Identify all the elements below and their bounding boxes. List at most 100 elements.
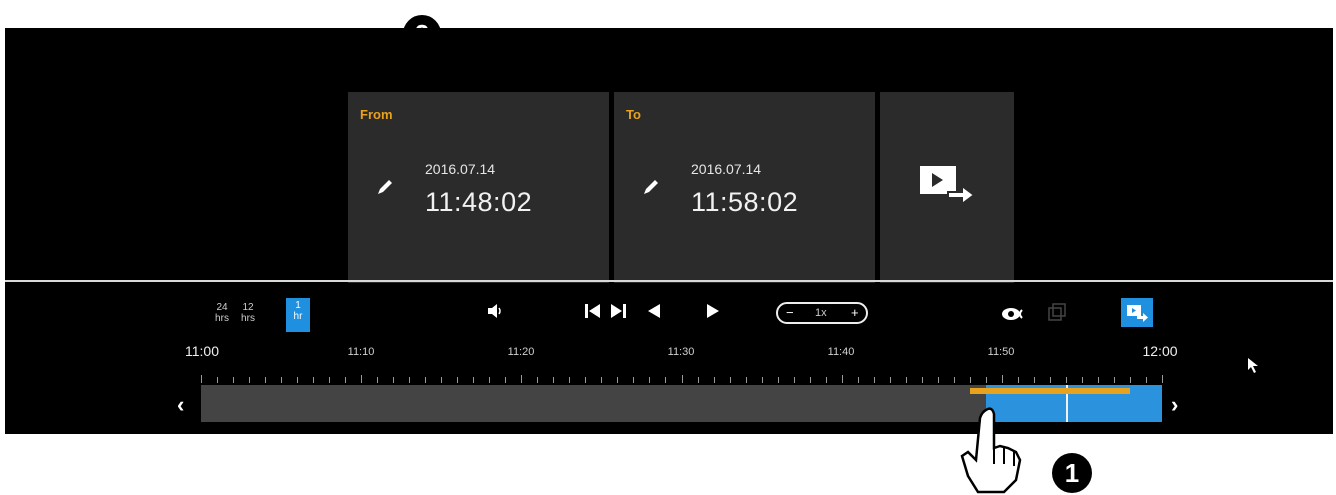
timeline-minute-tick — [969, 377, 971, 383]
step-back-icon[interactable] — [648, 304, 660, 318]
timeline-minute-tick — [297, 377, 299, 383]
timeline-minute-tick — [265, 377, 267, 383]
timeline-minute-tick — [633, 377, 635, 383]
timeline-ruler — [201, 375, 1163, 385]
timeline-tick-label: 11:30 — [667, 346, 695, 358]
range-value: 12 — [242, 302, 254, 313]
range-value: 24 — [216, 302, 228, 313]
range-12-hrs-button[interactable]: 12 hrs — [236, 300, 260, 332]
range-24-hrs-button[interactable]: 24 hrs — [210, 300, 234, 332]
timeline-minute-tick — [825, 377, 827, 383]
volume-icon[interactable] — [488, 304, 504, 318]
export-button[interactable] — [1121, 298, 1153, 327]
timeline-minute-tick — [953, 377, 955, 383]
timeline-minute-tick — [1033, 377, 1035, 383]
timeline-end-label: 12:00 — [1142, 343, 1178, 359]
edit-icon[interactable] — [374, 174, 398, 198]
speed-decrease-button[interactable]: − — [786, 305, 794, 320]
from-time: 11:48:02 — [425, 187, 533, 217]
timeline-minute-tick — [793, 377, 795, 383]
export-card[interactable] — [880, 92, 1014, 283]
timeline-minute-tick — [1001, 375, 1003, 383]
export-selection-range[interactable] — [970, 388, 1131, 394]
timeline-minute-tick — [889, 377, 891, 383]
timeline-minute-tick — [489, 377, 491, 383]
timeline-minute-tick — [313, 377, 315, 383]
timeline-minute-tick — [873, 377, 875, 383]
timeline-minute-tick — [1162, 375, 1163, 383]
timeline-minute-tick — [697, 377, 699, 383]
range-1-hr-button[interactable]: 1 hr — [286, 298, 310, 332]
timeline-minute-tick — [665, 377, 667, 383]
from-date: 2016.07.14 — [425, 161, 496, 177]
timeline-minute-tick — [505, 377, 507, 383]
snapshot-icon[interactable] — [1047, 302, 1067, 322]
speed-increase-button[interactable]: + — [851, 305, 859, 320]
timeline-minute-tick — [761, 377, 763, 383]
mouse-pointer-icon — [1248, 358, 1258, 373]
timeline-minute-tick — [729, 377, 731, 383]
timeline-minute-tick — [745, 377, 747, 383]
timeline-next-chevron-icon[interactable]: › — [1171, 392, 1178, 418]
timeline-minute-tick — [281, 377, 283, 383]
to-date: 2016.07.14 — [691, 161, 762, 177]
edit-icon[interactable] — [640, 174, 664, 198]
timeline-tick-label: 11:20 — [507, 346, 535, 358]
to-label: To — [626, 107, 641, 122]
export-video-icon[interactable] — [918, 162, 978, 206]
timeline-minute-tick — [361, 375, 363, 383]
timeline-minute-tick — [1145, 377, 1147, 383]
timeline-minute-tick — [601, 377, 603, 383]
timeline-minute-tick — [537, 377, 539, 383]
eye-icon[interactable] — [1002, 307, 1026, 321]
to-time: 11:58:02 — [691, 187, 799, 217]
timeline-minute-tick — [521, 375, 523, 383]
range-unit: hrs — [241, 313, 255, 324]
timeline-minute-tick — [841, 375, 843, 383]
timeline-minute-tick — [585, 377, 587, 383]
play-icon[interactable] — [707, 304, 719, 318]
playback-export-panel: From 2016.07.14 11:48:02 To 2016.07.14 1… — [5, 28, 1333, 434]
timeline-minute-tick — [1113, 377, 1115, 383]
to-card[interactable]: To 2016.07.14 11:58:02 — [614, 92, 875, 283]
timeline-minute-tick — [425, 377, 427, 383]
timeline-minute-tick — [217, 377, 219, 383]
export-video-icon — [1127, 305, 1148, 322]
timeline-minute-tick — [713, 377, 715, 383]
timeline-minute-tick — [809, 377, 811, 383]
timeline-minute-tick — [905, 377, 907, 383]
range-unit: hr — [293, 311, 303, 322]
timeline-prev-chevron-icon[interactable]: ‹ — [177, 392, 184, 418]
timeline-minute-tick — [937, 377, 939, 383]
timeline-minute-tick — [201, 375, 202, 383]
callout-badge-1: 1 — [1052, 453, 1092, 493]
timeline-minute-tick — [329, 377, 331, 383]
range-unit: hrs — [215, 313, 229, 324]
timeline-minute-tick — [345, 377, 347, 383]
timeline-tick-label: 11:50 — [987, 346, 1015, 358]
timeline-minute-tick — [1065, 377, 1067, 383]
timeline-minute-tick — [409, 377, 411, 383]
skip-previous-icon[interactable] — [585, 304, 601, 318]
timeline-minute-tick — [1049, 377, 1051, 383]
timeline-minute-tick — [921, 377, 923, 383]
timeline-minute-tick — [1017, 377, 1019, 383]
timeline-minute-tick — [569, 377, 571, 383]
timeline-minute-tick — [1097, 377, 1099, 383]
timeline-minute-tick — [473, 377, 475, 383]
panel-divider — [5, 280, 1333, 282]
timeline-minute-tick — [649, 377, 651, 383]
timeline-minute-tick — [681, 375, 683, 383]
timeline-minute-tick — [393, 377, 395, 383]
speed-control[interactable]: − 1x + — [776, 302, 868, 324]
from-card[interactable]: From 2016.07.14 11:48:02 — [348, 92, 609, 283]
timeline-minute-tick — [553, 377, 555, 383]
timeline-minute-tick — [1129, 377, 1131, 383]
skip-next-icon[interactable] — [611, 304, 627, 318]
timeline-minute-tick — [377, 377, 379, 383]
timeline-minute-tick — [441, 377, 443, 383]
timeline-minute-tick — [457, 377, 459, 383]
timeline-tick-label: 11:10 — [347, 346, 375, 358]
timeline-minute-tick — [857, 377, 859, 383]
timeline-start-label: 11:00 — [185, 343, 219, 359]
